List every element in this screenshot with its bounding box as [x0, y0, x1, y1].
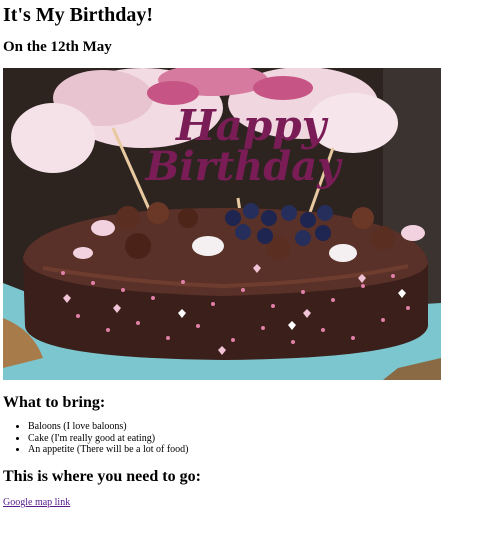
bring-list: Baloons (I love baloons) Cake (I'm reall…: [3, 421, 189, 456]
list-item: Cake (I'm really good at eating): [28, 433, 189, 445]
cake-topper-line2: Birthday: [145, 143, 344, 190]
party-date: On the 12th May: [3, 39, 112, 55]
bring-heading: What to bring:: [3, 394, 106, 411]
directions-heading: This is where you need to go:: [3, 468, 201, 485]
list-item: An appetite (There will be a lot of food…: [28, 444, 189, 456]
birthday-cake-image: Happy Birthday: [3, 68, 441, 380]
google-map-link[interactable]: Google map link: [3, 497, 70, 509]
list-item: Baloons (I love baloons): [28, 421, 189, 433]
page-title: It's My Birthday!: [3, 4, 153, 26]
